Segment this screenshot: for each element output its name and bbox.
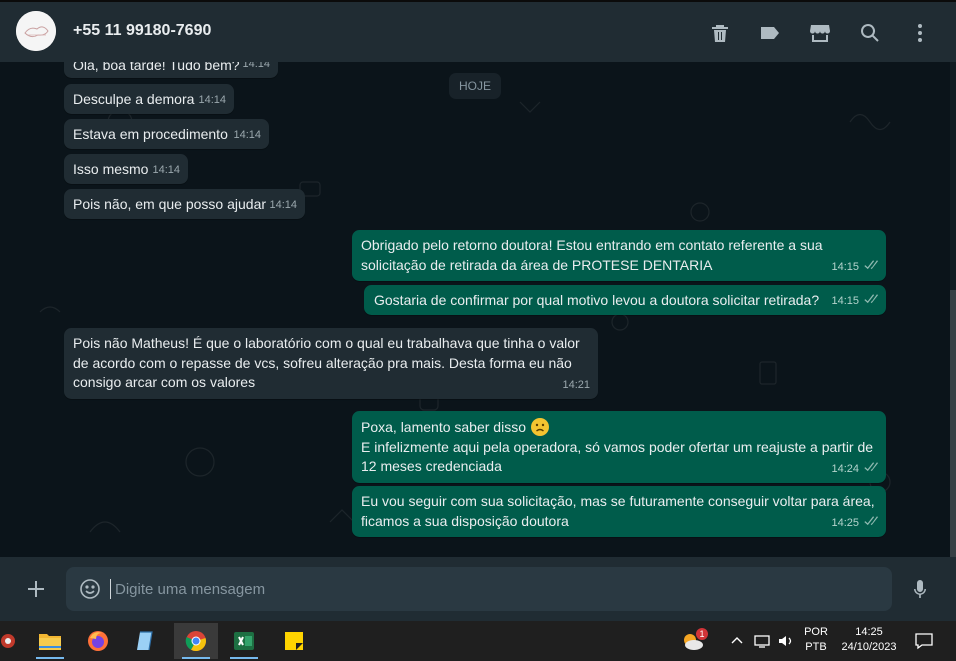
double-check-icon bbox=[862, 293, 878, 304]
message-text: Eu vou seguir com sua solicitação, mas s… bbox=[361, 493, 875, 529]
active-indicator bbox=[36, 657, 64, 659]
trash-icon[interactable] bbox=[708, 21, 732, 45]
language-line2: PTB bbox=[805, 641, 827, 653]
message-incoming[interactable]: Olá, boa tarde! Tudo bem? 14:14 bbox=[64, 62, 278, 78]
message-time: 14:14 bbox=[198, 93, 226, 106]
network-icon[interactable] bbox=[752, 621, 772, 661]
double-check-icon bbox=[862, 515, 878, 526]
windows-taskbar: 1 POR PTB 14:25 24/10/2023 bbox=[0, 621, 956, 661]
message-incoming[interactable]: Desculpe a demora 14:14 bbox=[64, 84, 234, 114]
message-time: 14:24 bbox=[831, 460, 878, 480]
clock[interactable]: 14:25 24/10/2023 bbox=[836, 621, 902, 661]
message-outgoing[interactable]: Obrigado pelo retorno doutora! Estou ent… bbox=[352, 230, 886, 281]
active-indicator bbox=[182, 657, 210, 659]
message-text: Isso mesmo bbox=[73, 161, 149, 177]
message-text: E infelizmente aqui pela operadora, só v… bbox=[361, 438, 874, 475]
message-text-line1: Poxa, lamento saber disso bbox=[361, 417, 877, 438]
message-text: Gostaria de confirmar por qual motivo le… bbox=[374, 292, 820, 308]
label-icon[interactable] bbox=[758, 21, 782, 45]
microphone-icon[interactable] bbox=[908, 577, 932, 601]
message-text: Pois não Matheus! É que o laboratório co… bbox=[73, 335, 580, 390]
search-icon[interactable] bbox=[858, 21, 882, 45]
avatar-image bbox=[16, 11, 56, 51]
active-indicator bbox=[230, 657, 258, 659]
notification-badge: 1 bbox=[696, 628, 708, 640]
volume-icon[interactable] bbox=[776, 621, 796, 661]
notepad-icon[interactable] bbox=[124, 623, 168, 659]
message-text: Obrigado pelo retorno doutora! Estou ent… bbox=[361, 237, 823, 273]
pinned-app-icon[interactable] bbox=[0, 623, 30, 659]
message-text: Estava em procedimento bbox=[73, 126, 228, 142]
message-time: 14:21 bbox=[562, 378, 590, 391]
excel-icon[interactable] bbox=[222, 623, 266, 659]
message-input[interactable] bbox=[110, 579, 879, 599]
message-outgoing[interactable]: Eu vou seguir com sua solicitação, mas s… bbox=[352, 486, 886, 537]
message-time: 14:15 bbox=[831, 258, 878, 278]
more-icon[interactable] bbox=[908, 21, 932, 45]
message-text: Olá, boa tarde! Tudo bem? bbox=[73, 62, 240, 73]
emoji-icon[interactable] bbox=[78, 577, 102, 601]
message-time: 14:14 bbox=[152, 163, 180, 176]
store-icon[interactable] bbox=[808, 21, 832, 45]
message-time: 14:15 bbox=[831, 292, 878, 312]
message-time: 14:14 bbox=[269, 198, 297, 211]
language-indicator[interactable]: POR PTB bbox=[800, 621, 832, 661]
message-incoming[interactable]: Pois não Matheus! É que o laboratório co… bbox=[64, 328, 598, 399]
action-center-icon[interactable] bbox=[912, 621, 936, 661]
contact-name[interactable]: +55 11 99180-7690 bbox=[73, 22, 211, 40]
attach-plus-icon[interactable] bbox=[24, 577, 48, 601]
double-check-icon bbox=[862, 259, 878, 270]
message-incoming[interactable]: Pois não, em que posso ajudar 14:14 bbox=[64, 189, 305, 219]
chevron-up-icon[interactable] bbox=[728, 621, 746, 661]
language-line1: POR bbox=[804, 626, 828, 638]
firefox-icon[interactable] bbox=[76, 623, 120, 659]
message-outgoing[interactable]: Poxa, lamento saber disso E infelizmente… bbox=[352, 411, 886, 483]
message-time: 14:25 bbox=[831, 514, 878, 534]
file-explorer-icon[interactable] bbox=[28, 623, 72, 659]
sticky-notes-icon[interactable] bbox=[272, 623, 316, 659]
chrome-icon[interactable] bbox=[174, 623, 218, 659]
message-input-container[interactable] bbox=[66, 567, 892, 611]
chat-scrollbar-thumb[interactable] bbox=[950, 290, 956, 557]
clock-time: 14:25 bbox=[855, 626, 883, 638]
message-time: 14:14 bbox=[242, 62, 270, 70]
chat-header: +55 11 99180-7690 bbox=[0, 0, 956, 62]
clock-date: 24/10/2023 bbox=[841, 641, 897, 653]
weather-notification[interactable]: 1 bbox=[680, 621, 710, 661]
message-outgoing[interactable]: Gostaria de confirmar por qual motivo le… bbox=[364, 285, 886, 315]
message-incoming[interactable]: Estava em procedimento 14:14 bbox=[64, 119, 269, 149]
composer-bar bbox=[0, 557, 956, 621]
message-incoming[interactable]: Isso mesmo 14:14 bbox=[64, 154, 188, 184]
double-check-icon bbox=[862, 461, 878, 472]
avatar[interactable] bbox=[16, 11, 56, 51]
conversation-panel[interactable]: HOJE Olá, boa tarde! Tudo bem? 14:14 Des… bbox=[0, 62, 950, 557]
message-text: Pois não, em que posso ajudar bbox=[73, 196, 267, 212]
whatsapp-window: +55 11 99180-7690 HOJE Olá, boa tarde! T… bbox=[0, 0, 956, 621]
message-time: 14:14 bbox=[233, 128, 261, 141]
message-text: Desculpe a demora bbox=[73, 91, 195, 107]
sad-face-icon bbox=[530, 417, 550, 437]
date-chip: HOJE bbox=[449, 73, 501, 99]
